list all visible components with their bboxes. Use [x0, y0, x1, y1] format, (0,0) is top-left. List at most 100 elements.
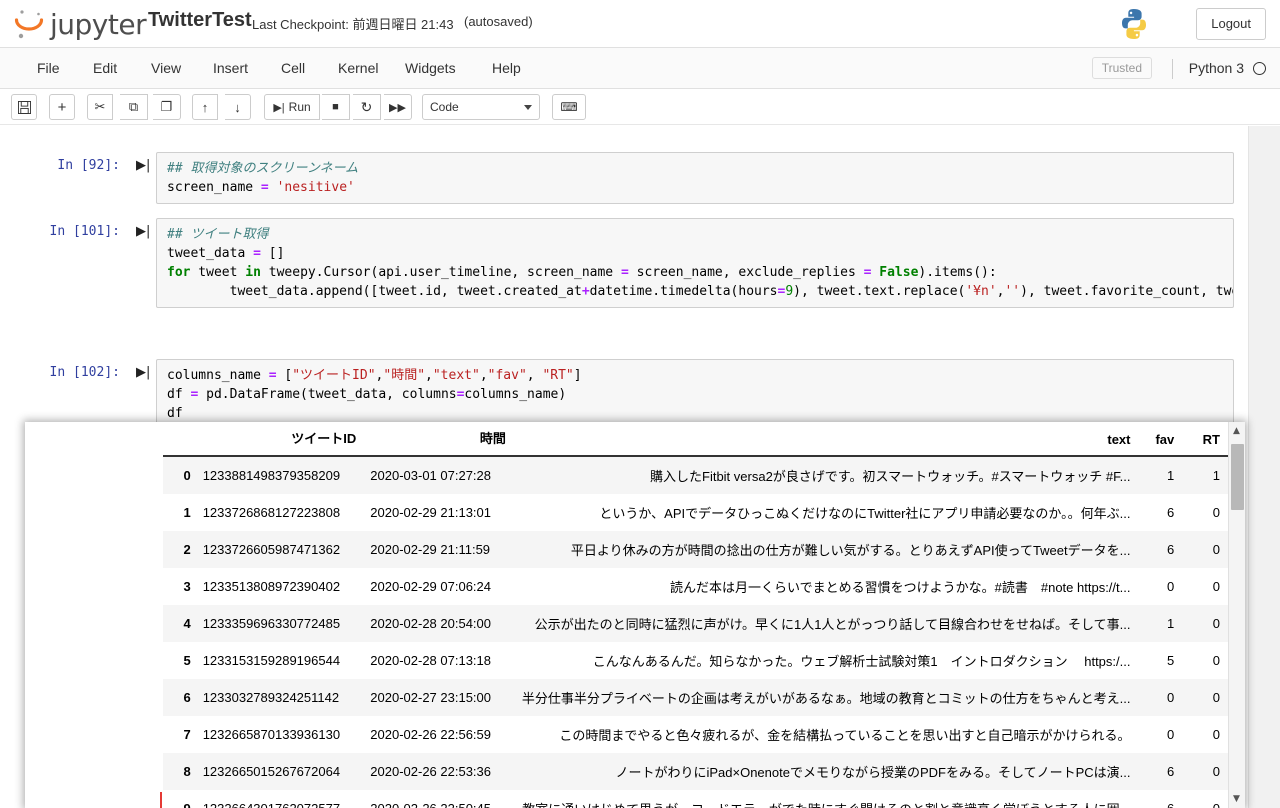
run-cell-button[interactable]: ▶| Run — [264, 94, 320, 120]
table-header: ツイートID 時間 text fav RT — [163, 422, 1228, 457]
scroll-up-arrow-icon[interactable]: ▲ — [1233, 426, 1240, 436]
cell-text: 半分仕事半分プライベートの企画は考えがいがあるなぁ。地域の教育とコミットの仕方を… — [521, 691, 1131, 706]
paste-cell-button[interactable]: ❐ — [153, 94, 181, 120]
cell-index: 1 — [183, 505, 191, 520]
cell-tweet-id: 1233726868127223808 — [202, 505, 341, 520]
move-cell-up-button[interactable]: ↑ — [192, 94, 218, 120]
cell-fav: 6 — [1167, 542, 1175, 557]
cell-fav: 0 — [1167, 727, 1175, 742]
code-token: , — [479, 368, 488, 383]
cell-type-select[interactable]: Code — [422, 94, 540, 120]
cell-text: 教室に通いはじめて思うが、コードエラーがでた時にすぐ聞けるのと割と意識高く学ぼう… — [514, 790, 1139, 808]
text-cursor-caret — [160, 792, 162, 808]
run-cell-arrow-icon[interactable]: ▶| — [136, 224, 150, 239]
menu-widgets[interactable]: Widgets — [392, 48, 469, 89]
cell-tweet-id: 1233153159289196544 — [202, 653, 341, 668]
jupyter-logo[interactable]: jupyter — [14, 3, 147, 45]
code-token: , — [425, 368, 433, 383]
notebook-toolbar: + ✂ ⧉ ❐ ↑ ↓ ▶| Run ■ ↻ ▶▶ Code ⌨ — [0, 89, 1280, 125]
code-token: = — [260, 180, 269, 195]
code-token: pd.DataFrame(tweet_data, columns — [198, 387, 457, 402]
menu-help[interactable]: Help — [479, 48, 534, 89]
code-token: tweet_data.append([tweet.id, tweet.creat… — [167, 284, 582, 299]
code-token: ), tweet.favorite_count, tweet.re — [1020, 284, 1233, 299]
cell-tweet-id: 1232664301762072577 — [197, 790, 365, 808]
menu-edit[interactable]: Edit — [80, 48, 130, 89]
dataframe-table: ツイートID 時間 text fav RT 0 12338814983793582… — [163, 422, 1228, 808]
kernel-idle-circle-icon[interactable] — [1253, 62, 1266, 75]
cell-type-value: Code — [430, 100, 459, 114]
copy-cell-button[interactable]: ⧉ — [120, 94, 148, 120]
code-token: for — [167, 265, 191, 280]
code-token: 9 — [785, 284, 794, 299]
code-token: 'nesitive' — [276, 180, 355, 195]
kernel-name-label: Python 3 — [1188, 60, 1244, 76]
cell-tweet-id: 1232665870133936130 — [202, 727, 341, 742]
cell-rt: 0 — [1212, 727, 1220, 742]
col-index — [163, 422, 197, 457]
notebook-title[interactable]: TwitterTest — [148, 9, 252, 32]
code-token: columns_name — [167, 368, 269, 383]
cell-rt: 0 — [1182, 790, 1228, 808]
restart-and-run-all-button[interactable]: ▶▶ — [384, 94, 412, 120]
dataframe-scroll-container[interactable]: ツイートID 時間 text fav RT 0 12338814983793582… — [25, 422, 1228, 808]
code-token: tweet — [190, 265, 246, 280]
cell-rt: 1 — [1212, 468, 1220, 483]
cell-text: ノートがわりにiPad×Onenoteでメモりながら授業のPDFをみる。そしてノ… — [615, 765, 1131, 780]
menu-cell[interactable]: Cell — [268, 48, 318, 89]
code-token: "ツイートID" — [292, 368, 376, 383]
cut-cell-button[interactable]: ✂ — [87, 94, 113, 120]
cell-text: 平日より休みの方が時間の捻出の仕方が難しい気がする。とりあえずAPI使ってTwe… — [570, 543, 1131, 558]
insert-cell-below-button[interactable]: + — [49, 94, 75, 120]
cell-tweet-id: 1233726605987471362 — [202, 542, 341, 557]
code-token: ## 取得対象のスクリーンネーム — [167, 161, 359, 176]
jupyter-planet-icon — [14, 8, 44, 40]
code-token: + — [581, 284, 590, 299]
run-cell-arrow-icon[interactable]: ▶| — [136, 365, 150, 380]
kernel-divider — [1172, 59, 1173, 79]
cell-text: 読んだ本は月一くらいでまとめる習慣をつけようかな。#読書 #note https… — [670, 580, 1131, 595]
move-cell-down-button[interactable]: ↓ — [225, 94, 251, 120]
code-token: screen_name — [167, 180, 261, 195]
save-button[interactable] — [11, 94, 37, 120]
cell-rt: 0 — [1212, 690, 1220, 705]
table-row: 3 1233513808972390402 2020-02-29 07:06:24 読… — [163, 568, 1228, 605]
cell-tweet-id: 1232665015267672064 — [202, 764, 341, 779]
code-editor-101[interactable]: ## ツイート取得 tweet_data = [] for tweet in t… — [156, 218, 1234, 308]
menu-file[interactable]: File — [24, 48, 73, 89]
code-token: "fav" — [487, 368, 527, 383]
table-row: 5 1233153159289196544 2020-02-28 07:13:18 こ… — [163, 642, 1228, 679]
dataframe-vertical-scrollbar[interactable]: ▲ ▼ — [1228, 422, 1245, 808]
table-row: 2 1233726605987471362 2020-02-29 21:11:59 平… — [163, 531, 1228, 568]
cell-time: 2020-03-01 07:27:28 — [370, 468, 491, 483]
cell-rt: 0 — [1212, 764, 1220, 779]
code-editor-102[interactable]: columns_name = ["ツイートID","時間","text","fa… — [156, 359, 1234, 431]
cell-rt: 0 — [1212, 616, 1220, 631]
menu-insert[interactable]: Insert — [200, 48, 261, 89]
code-token: "RT" — [542, 368, 574, 383]
code-token: "text" — [432, 368, 480, 383]
page-scrollbar[interactable] — [1248, 126, 1280, 808]
menu-view[interactable]: View — [138, 48, 194, 89]
scroll-down-arrow-icon[interactable]: ▼ — [1233, 794, 1240, 804]
notebook-header: jupyter TwitterTest Last Checkpoint: 前週日… — [0, 0, 1280, 48]
dataframe-output-panel[interactable]: ツイートID 時間 text fav RT 0 12338814983793582… — [25, 422, 1245, 808]
menu-kernel[interactable]: Kernel — [325, 48, 391, 89]
code-editor-92[interactable]: ## 取得対象のスクリーンネーム screen_name = 'nesitive… — [156, 152, 1234, 204]
cell-index: 4 — [183, 616, 191, 631]
interrupt-kernel-button[interactable]: ■ — [322, 94, 350, 120]
open-command-palette-button[interactable]: ⌨ — [552, 94, 586, 120]
code-token: ## ツイート取得 — [167, 227, 269, 242]
prompt-in-101: In [101]: — [49, 224, 120, 239]
logout-button[interactable]: Logout — [1196, 8, 1266, 40]
cell-fav: 1 — [1167, 616, 1175, 631]
table-row: 912326643017620725772020-02-26 22:50:45教… — [163, 790, 1228, 808]
restart-kernel-button[interactable]: ↻ — [353, 94, 381, 120]
col-rt: RT — [1182, 422, 1228, 457]
code-token: , — [526, 368, 543, 383]
run-cell-arrow-icon[interactable]: ▶| — [136, 158, 150, 173]
code-token: = — [268, 368, 277, 383]
table-header-row: ツイートID 時間 text fav RT — [163, 422, 1228, 457]
scrollbar-thumb[interactable] — [1231, 444, 1244, 510]
table-row: 6 1233032789324251142 2020-02-27 23:15:00 半… — [163, 679, 1228, 716]
